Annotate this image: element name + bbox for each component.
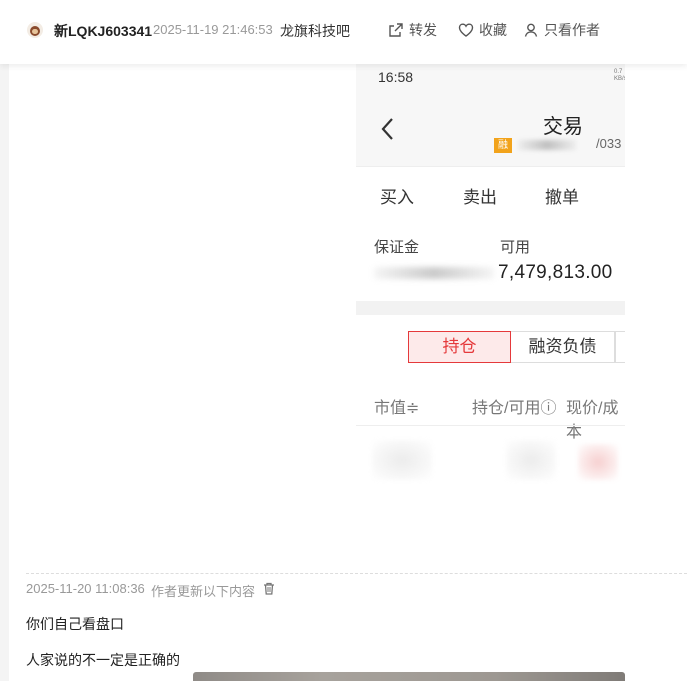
share-button[interactable]: 转发 xyxy=(388,20,437,40)
post-header: 新LQKJ603341 2025-11-19 21:46:53 龙旗科技吧 转发… xyxy=(0,0,687,64)
tab-buy: 买入 xyxy=(380,188,414,207)
row-blurred-3 xyxy=(578,444,618,480)
account-blurred xyxy=(518,140,576,150)
tab-margin-debt: 融资负债 xyxy=(511,331,615,363)
forum-name[interactable]: 龙旗科技吧 xyxy=(280,21,350,41)
heart-icon xyxy=(458,23,474,37)
col-holdings: 持仓/可用ⓘ xyxy=(472,400,557,417)
trade-tabs: 买入 卖出 撤单 xyxy=(356,166,625,222)
update-note: 作者更新以下内容 xyxy=(151,584,256,599)
left-margin xyxy=(0,64,9,681)
tab-more xyxy=(615,331,625,363)
only-author-button[interactable]: 只看作者 xyxy=(523,20,600,40)
col-market-value: 市值≑ xyxy=(374,400,420,417)
post-time: 2025-11-19 21:46:53 xyxy=(153,22,273,37)
network-speed: 0.7KB/s xyxy=(614,69,625,82)
share-label: 转发 xyxy=(409,22,437,38)
tab-sell: 卖出 xyxy=(463,188,497,207)
header-divider xyxy=(356,425,625,426)
back-icon xyxy=(381,118,393,140)
col-price-cost: 现价/成本 xyxy=(566,400,619,441)
update-text-2: 人家说的不一定是正确的 xyxy=(26,652,180,668)
tab-cancel: 撤单 xyxy=(545,188,579,207)
trash-icon[interactable] xyxy=(263,582,275,595)
share-icon xyxy=(389,23,403,37)
update-time: 2025-11-20 11:08:36 xyxy=(26,581,145,596)
margin-badge: 融 xyxy=(494,138,512,153)
row-blurred-2 xyxy=(506,440,556,480)
margin-label: 保证金 xyxy=(374,239,420,256)
section-separator xyxy=(356,301,625,315)
available-value: 7,479,813.00 xyxy=(498,262,613,283)
tab-positions: 持仓 xyxy=(408,331,511,363)
favorite-label: 收藏 xyxy=(479,22,507,38)
available-label: 可用 xyxy=(500,239,531,256)
next-post-image[interactable] xyxy=(193,672,625,681)
row-blurred-1 xyxy=(372,440,432,480)
update-divider xyxy=(26,573,687,574)
favorite-button[interactable]: 收藏 xyxy=(458,20,507,40)
status-time: 16:58 xyxy=(378,69,414,85)
trade-screenshot-image[interactable]: 16:58 0.7KB/s 交易 融 /033 买入 卖出 撤单 保证金 可用 … xyxy=(356,64,625,489)
user-avatar[interactable] xyxy=(27,22,43,38)
trade-title: 交易 xyxy=(543,116,583,138)
only-author-label: 只看作者 xyxy=(544,22,600,38)
user-icon xyxy=(524,23,538,37)
account-tail: /033 xyxy=(596,136,622,151)
update-text-1: 你们自己看盘口 xyxy=(26,616,124,632)
margin-value-blurred xyxy=(374,267,494,279)
username[interactable]: 新LQKJ603341 xyxy=(54,21,152,41)
